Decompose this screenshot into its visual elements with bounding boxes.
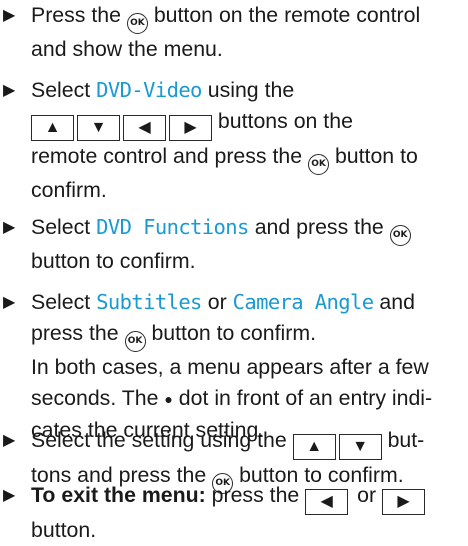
exit-menu-heading: To exit the menu: xyxy=(31,483,206,507)
step-select-subtitles: ▶ Select Subtitles or Camera Angle and p… xyxy=(0,287,466,446)
step-text: and press the xyxy=(254,215,384,239)
up-arrow-key-icon: ▲ xyxy=(31,115,74,141)
step-select-dvd-video: ▶ Select DVD-Video using the ▲ ▼ ◀ ▶ button… xyxy=(0,75,466,206)
menu-keyword-camera-angle: Camera Angle xyxy=(232,290,375,314)
step-text: remote control and press the xyxy=(31,144,303,168)
step-show-menu: ▶ Press the OK button on the remote cont… xyxy=(0,0,466,65)
bullet-icon: ▶ xyxy=(3,219,16,236)
step-text: button to xyxy=(334,144,418,168)
step-text: and xyxy=(379,290,415,314)
note-text: In both cases, a menu appears after a fe… xyxy=(31,355,429,379)
step-text: Select xyxy=(31,78,91,102)
instruction-page: ▶ Press the OK button on the remote cont… xyxy=(0,0,468,542)
right-arrow-key-icon: ▶ xyxy=(381,489,425,515)
ok-button-icon: OK xyxy=(124,331,146,352)
step-select-dvd-functions: ▶ Select DVD Functions and press the OK … xyxy=(0,212,466,277)
step-text: confirm. xyxy=(31,178,107,202)
step-text: press the xyxy=(211,483,300,507)
step-text: but- xyxy=(387,428,425,452)
dot-icon: ● xyxy=(164,391,173,407)
step-text: button. xyxy=(31,518,97,542)
step-text: button on the remote control xyxy=(153,3,421,27)
right-arrow-key-icon: ▶ xyxy=(169,115,212,141)
bullet-icon: ▶ xyxy=(3,7,16,24)
up-arrow-key-icon: ▲ xyxy=(292,434,336,460)
step-text: Press the xyxy=(31,3,121,27)
down-arrow-key-icon: ▼ xyxy=(77,115,120,141)
ok-button-icon: OK xyxy=(389,225,411,246)
bullet-icon: ▶ xyxy=(3,432,16,449)
step-exit-menu: ▶ To exit the menu: press the ◀ or ▶ but… xyxy=(0,480,466,546)
ok-button-icon: OK xyxy=(126,13,148,34)
step-text: or xyxy=(357,483,377,507)
note-text: seconds. The xyxy=(31,386,159,410)
arrow-key-group: ▲ ▼ ◀ ▶ xyxy=(31,109,212,141)
bullet-icon: ▶ xyxy=(3,82,16,99)
step-text: button to confirm. xyxy=(151,321,316,345)
ok-button-icon: OK xyxy=(308,154,330,175)
bullet-icon: ▶ xyxy=(3,294,16,311)
step-text: Select xyxy=(31,215,91,239)
menu-keyword-dvd-video: DVD-Video xyxy=(96,78,202,102)
step-text: and show the menu. xyxy=(31,37,223,61)
step-text: button to confirm. xyxy=(31,249,196,273)
step-text: buttons on the xyxy=(217,109,353,133)
left-arrow-key-icon: ◀ xyxy=(305,489,349,515)
step-text: or xyxy=(207,290,227,314)
arrow-key-group: ▲ ▼ xyxy=(292,428,382,460)
step-text: Select the setting using the xyxy=(31,428,287,452)
step-text: Select xyxy=(31,290,91,314)
menu-keyword-dvd-functions: DVD Functions xyxy=(96,215,249,239)
step-text: press the xyxy=(31,321,119,345)
bullet-icon: ▶ xyxy=(3,487,16,504)
down-arrow-key-icon: ▼ xyxy=(338,434,382,460)
note-text: dot in front of an entry indi- xyxy=(178,386,433,410)
left-arrow-key-icon: ◀ xyxy=(123,115,166,141)
step-text: using the xyxy=(207,78,295,102)
menu-keyword-subtitles: Subtitles xyxy=(96,290,202,314)
